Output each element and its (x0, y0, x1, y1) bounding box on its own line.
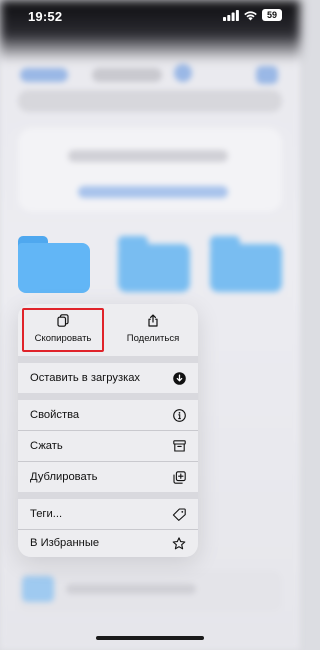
info-icon (173, 408, 186, 422)
status-bar: 19:52 59 (0, 0, 300, 30)
background-nav-icon (256, 66, 278, 84)
background-nav-title (92, 68, 162, 82)
menu-item-compress[interactable]: Сжать (18, 431, 198, 461)
duplicate-icon (173, 470, 186, 484)
wifi-icon (244, 10, 257, 20)
menu-item-tags[interactable]: Теги... (18, 499, 198, 529)
background-card-text (68, 150, 228, 162)
copy-button[interactable]: Скопировать (18, 304, 108, 356)
home-indicator[interactable] (96, 636, 204, 640)
background-search-bar (18, 90, 282, 112)
menu-item-keep-downloaded[interactable]: Оставить в загрузках (18, 363, 198, 393)
menu-section-divider (18, 492, 198, 499)
background-card-link (78, 186, 228, 198)
menu-top-actions: Скопировать Поделиться (18, 304, 198, 356)
status-icons: 59 (223, 9, 282, 21)
menu-section-divider (18, 393, 198, 400)
selected-folder-icon[interactable] (18, 236, 90, 293)
tag-icon (172, 507, 186, 521)
menu-item-properties[interactable]: Свойства (18, 400, 198, 430)
signal-icon (223, 9, 239, 21)
status-time: 19:52 (28, 9, 63, 24)
menu-item-label: Оставить в загрузках (30, 372, 141, 384)
menu-item-label: Свойства (30, 409, 80, 421)
menu-section-divider (18, 356, 198, 363)
background-row-text (66, 584, 196, 594)
background-nav-icon (174, 64, 192, 82)
context-menu: Скопировать Поделиться Оставить в загруз… (18, 304, 198, 557)
menu-item-label: Теги... (30, 508, 63, 520)
download-circle-icon (173, 371, 186, 385)
background-nav-back (20, 68, 68, 82)
share-icon (148, 314, 158, 327)
archive-icon (173, 440, 186, 452)
menu-item-label: Сжать (30, 440, 63, 452)
background-folder (118, 244, 190, 292)
menu-item-label: В Избранные (30, 537, 100, 549)
menu-item-duplicate[interactable]: Дублировать (18, 462, 198, 492)
star-icon (172, 536, 186, 549)
copy-label: Скопировать (34, 333, 92, 344)
copy-icon (57, 314, 69, 327)
battery-indicator: 59 (262, 9, 282, 21)
menu-item-favorites[interactable]: В Избранные (18, 528, 198, 557)
background-row-folder (22, 576, 54, 602)
menu-item-label: Дублировать (30, 471, 98, 483)
background-folder (210, 244, 282, 292)
background-card (18, 128, 282, 212)
folder-body (18, 243, 90, 293)
share-button[interactable]: Поделиться (108, 304, 198, 356)
share-label: Поделиться (126, 333, 180, 344)
